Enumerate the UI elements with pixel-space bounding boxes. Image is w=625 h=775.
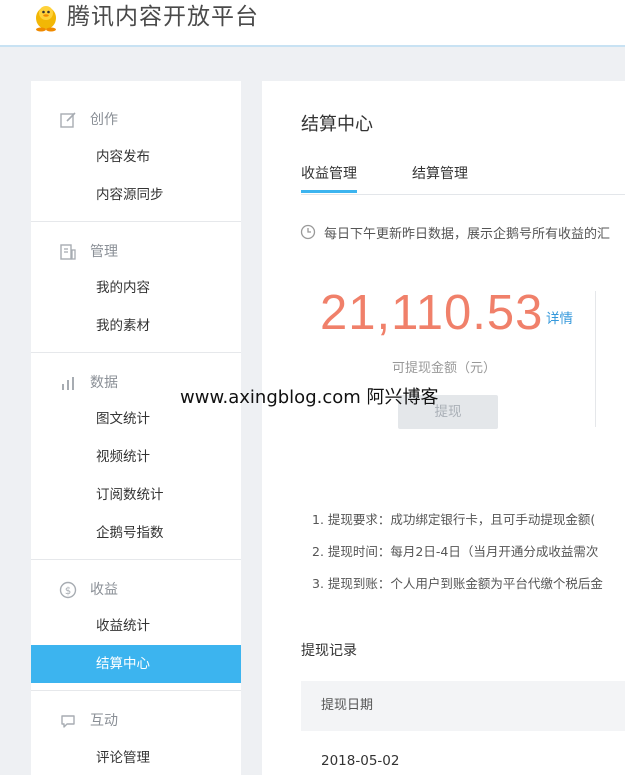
sidebar-section-title: 互动	[90, 713, 118, 729]
sidebar-section-create: 创作 内容发布 内容源同步	[31, 81, 241, 221]
sidebar-item-my-materials[interactable]: 我的素材	[31, 307, 241, 345]
sidebar-section-header: $ 收益	[31, 575, 241, 605]
withdraw-records-title: 提现记录	[301, 643, 357, 659]
rule-requirement: 1. 提现要求：成功绑定银行卡，且可手动提现金额(	[312, 512, 596, 527]
sidebar-section-manage: 管理 我的内容 我的素材	[31, 221, 241, 353]
sidebar-item-subscriber-stats[interactable]: 订阅数统计	[31, 476, 241, 514]
vertical-divider	[595, 291, 596, 427]
sidebar-item-penguin-index[interactable]: 企鹅号指数	[31, 514, 241, 552]
sidebar-section-header: 管理	[31, 237, 241, 267]
sidebar-item-content-publish[interactable]: 内容发布	[31, 138, 241, 176]
sidebar-section-header: 互动	[31, 706, 241, 736]
column-header-date[interactable]: 提现日期	[321, 681, 373, 731]
sidebar-item-content-sync[interactable]: 内容源同步	[31, 176, 241, 214]
sidebar-section-header: 创作	[31, 105, 241, 135]
sidebar-section-title: 数据	[90, 375, 118, 391]
sidebar-section-interact: 互动 评论管理	[31, 690, 241, 775]
detail-link[interactable]: 详情	[546, 307, 573, 327]
document-icon	[60, 244, 76, 260]
withdrawable-amount: 21,110.53	[320, 286, 544, 340]
sidebar-item-comment-manage[interactable]: 评论管理	[31, 739, 241, 775]
table-row: 2018-05-02	[301, 741, 625, 775]
top-header: 腾讯内容开放平台	[0, 0, 625, 47]
sidebar-section-title: 收益	[90, 582, 118, 598]
tabs-divider	[301, 194, 625, 195]
update-notice: 每日下午更新昨日数据，展示企鹅号所有收益的汇	[324, 227, 611, 242]
sidebar-section-title: 管理	[90, 244, 118, 260]
table-cell-date: 2018-05-02	[321, 753, 400, 769]
amount-label: 可提现金额（元）	[392, 361, 497, 376]
table-header: 提现日期	[301, 681, 625, 731]
tab-income-manage[interactable]: 收益管理	[301, 163, 357, 193]
dollar-coin-icon: $	[59, 581, 77, 599]
bar-chart-icon	[62, 377, 74, 390]
svg-text:$: $	[65, 586, 71, 597]
page-title: 结算中心	[301, 114, 373, 135]
rule-arrival: 3. 提现到账：个人用户到账金额为平台代缴个税后金	[312, 576, 603, 591]
clock-icon	[300, 224, 316, 240]
main-panel: 结算中心 收益管理 结算管理 每日下午更新昨日数据，展示企鹅号所有收益的汇 21…	[262, 81, 625, 775]
sidebar-section-title: 创作	[90, 112, 118, 128]
penguin-logo-icon[interactable]	[30, 2, 62, 32]
sidebar: 创作 内容发布 内容源同步 管理 我的内容 我的素材 数据 图文统计 视频统计 …	[31, 81, 241, 775]
brand-title[interactable]: 腾讯内容开放平台	[67, 2, 259, 32]
rule-time: 2. 提现时间：每月2日-4日（当月开通分成收益需次	[312, 544, 599, 559]
edit-icon	[60, 112, 76, 128]
sidebar-item-settlement-center[interactable]: 结算中心	[31, 645, 241, 683]
chat-bubble-icon	[61, 715, 75, 728]
tab-settlement-manage[interactable]: 结算管理	[412, 163, 468, 183]
sidebar-item-video-stats[interactable]: 视频统计	[31, 438, 241, 476]
watermark-text: www.axingblog.com 阿兴博客	[180, 387, 439, 408]
sidebar-section-income: $ 收益 收益统计 结算中心	[31, 559, 241, 691]
sidebar-item-my-content[interactable]: 我的内容	[31, 269, 241, 307]
sidebar-item-income-stats[interactable]: 收益统计	[31, 607, 241, 645]
